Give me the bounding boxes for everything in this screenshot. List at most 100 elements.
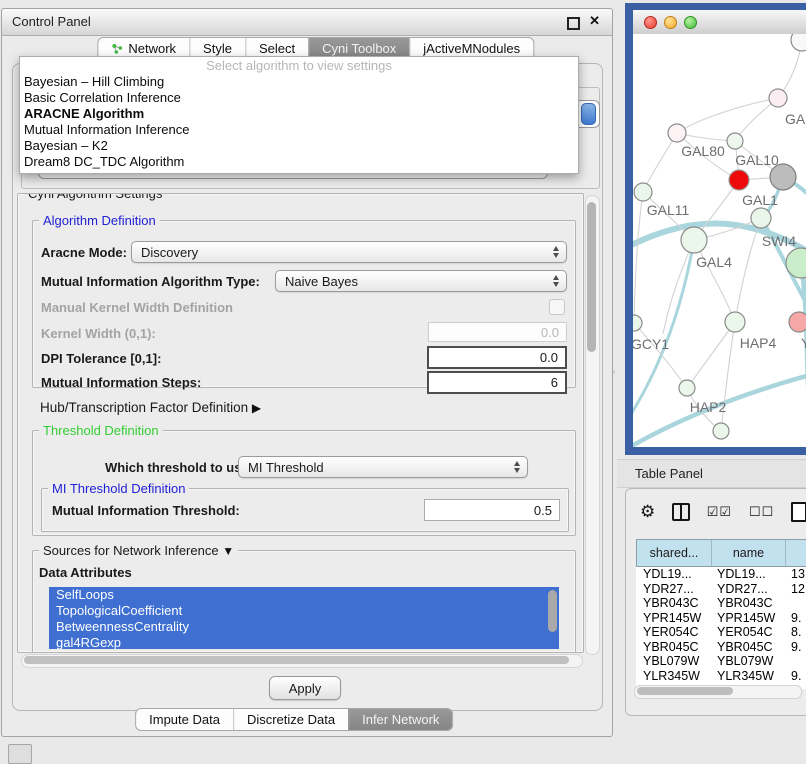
network-node[interactable]: [681, 227, 707, 253]
attribute-item[interactable]: BetweennessCentrality: [49, 619, 559, 635]
settings-vertical-scrollbar[interactable]: [585, 195, 600, 655]
algorithm-option[interactable]: Bayesian – K2: [20, 138, 578, 154]
node-label: GAL10: [735, 152, 779, 168]
table-toolbar: ⚙ ☑☑ ☐☐: [626, 497, 806, 527]
which-threshold-combobox[interactable]: MI Threshold: [238, 456, 528, 478]
network-window-titlebar: [633, 10, 806, 35]
column-header[interactable]: [785, 540, 806, 566]
settings-horizontal-scrollbar[interactable]: [21, 654, 583, 668]
deselect-all-checkboxes-icon[interactable]: ☐☐: [749, 504, 774, 520]
column-header[interactable]: shared...: [637, 540, 711, 566]
mi-threshold-input[interactable]: 0.5: [424, 499, 560, 521]
mi-threshold-group: MI Threshold Definition Mutual Informati…: [41, 488, 569, 532]
dpi-tolerance-input[interactable]: 0.0: [427, 346, 567, 369]
attribute-item[interactable]: gal4RGexp: [49, 635, 559, 649]
table-cell: [784, 654, 806, 669]
table-cell: YBR045C: [636, 640, 710, 655]
close-panel-button[interactable]: ✕: [589, 13, 600, 29]
combobox-stepper[interactable]: [581, 103, 596, 125]
manual-kernel-checkbox[interactable]: [549, 299, 565, 315]
algorithm-option[interactable]: Bayesian – Hill Climbing: [20, 74, 578, 90]
mi-threshold-value: 0.5: [534, 503, 552, 518]
algorithm-option[interactable]: Dream8 DC_TDC Algorithm: [20, 154, 578, 170]
bottom-tab-impute-data[interactable]: Impute Data: [136, 709, 233, 730]
mi-type-combobox[interactable]: Naive Bayes: [275, 270, 567, 292]
collapse-down-icon[interactable]: ▼: [222, 544, 234, 558]
network-node[interactable]: [713, 423, 729, 439]
table-cell: YBL079W: [710, 654, 784, 669]
table-row[interactable]: YER054CYER054C8.: [636, 625, 806, 640]
algorithm-option[interactable]: ARACNE Algorithm: [20, 106, 578, 122]
hub-definition-expander[interactable]: Hub/Transcription Factor Definition ▶: [40, 400, 261, 415]
table-cell: 9.: [784, 611, 806, 626]
node-label: HAP4: [740, 335, 777, 351]
table-row[interactable]: YBR043CYBR043C: [636, 596, 806, 611]
network-node[interactable]: [729, 170, 749, 190]
network-node[interactable]: [791, 34, 806, 51]
table-row[interactable]: YBL079WYBL079W: [636, 654, 806, 669]
sources-group-title: Sources for Network Inference ▼: [39, 543, 238, 558]
file-icon[interactable]: [791, 502, 806, 522]
list-scrollbar[interactable]: [548, 590, 557, 632]
network-node[interactable]: [725, 312, 745, 332]
kernel-width-label: Kernel Width (0,1):: [41, 326, 156, 341]
kernel-width-input[interactable]: 0.0: [428, 322, 567, 342]
node-label: GAL11: [647, 202, 690, 218]
network-canvas[interactable]: GALGAL80GAL10GAL1GAL11SWI4GAL4GCY1HAP4YH…: [633, 34, 806, 447]
algorithm-option[interactable]: Basic Correlation Inference: [20, 90, 578, 106]
table-cell: YDL19...: [636, 567, 710, 582]
network-node[interactable]: [769, 89, 787, 107]
network-node[interactable]: [679, 380, 695, 396]
table-cell: [784, 596, 806, 611]
expand-right-icon[interactable]: ▶: [252, 401, 261, 415]
network-node[interactable]: [668, 124, 686, 142]
minimized-panel-icon[interactable]: [8, 744, 32, 764]
float-window-button[interactable]: [567, 17, 580, 30]
network-node[interactable]: [789, 312, 806, 332]
bottom-tab-infer-network[interactable]: Infer Network: [348, 709, 452, 730]
table-row[interactable]: YBR045CYBR045C9.: [636, 640, 806, 655]
network-node[interactable]: [751, 208, 771, 228]
attribute-item[interactable]: TopologicalCoefficient: [49, 603, 559, 619]
scrollbar-thumb[interactable]: [637, 687, 733, 695]
table-cell: 12: [784, 582, 806, 597]
panel-splitter-handle[interactable]: ‹: [613, 369, 617, 376]
combobox-arrows-icon: [553, 275, 559, 287]
aracne-mode-combobox[interactable]: Discovery: [131, 241, 567, 263]
apply-button-label: Apply: [289, 681, 322, 696]
mi-steps-input[interactable]: 6: [427, 371, 567, 394]
split-columns-icon[interactable]: [672, 503, 689, 521]
scrollbar-thumb[interactable]: [587, 202, 596, 352]
table-row[interactable]: YDL19...YDL19...13: [636, 567, 806, 582]
gear-icon[interactable]: ⚙: [640, 502, 655, 522]
table-horizontal-scrollbar[interactable]: [634, 685, 802, 699]
data-attributes-list[interactable]: SelfLoopsTopologicalCoefficientBetweenne…: [49, 587, 559, 649]
table-row[interactable]: YLR345WYLR345W9.: [636, 669, 806, 684]
apply-button[interactable]: Apply: [269, 676, 341, 700]
table-cell: 9.: [784, 669, 806, 684]
algorithm-definition-title: Algorithm Definition: [39, 213, 160, 228]
close-window-icon[interactable]: [644, 16, 657, 29]
table-cell: YDR27...: [710, 582, 784, 597]
network-node[interactable]: [633, 315, 642, 331]
network-node[interactable]: [634, 183, 652, 201]
table-row[interactable]: YDR27...YDR27...12: [636, 582, 806, 597]
minimize-window-icon[interactable]: [664, 16, 677, 29]
table-cell: YPR145W: [710, 611, 784, 626]
sources-group: Sources for Network Inference ▼ Data Att…: [32, 550, 576, 653]
which-threshold-label: Which threshold to use:: [88, 460, 253, 475]
node-label: SWI4: [762, 233, 796, 249]
panel-title: Control Panel: [12, 14, 91, 29]
select-all-checkboxes-icon[interactable]: ☑☑: [707, 504, 732, 520]
table-cell: 9.: [784, 640, 806, 655]
table-row[interactable]: YPR145WYPR145W9.: [636, 611, 806, 626]
algorithm-option[interactable]: Mutual Information Inference: [20, 122, 578, 138]
column-header[interactable]: name: [711, 540, 785, 566]
attribute-item[interactable]: SelfLoops: [49, 587, 559, 603]
node-label: GAL: [785, 111, 806, 127]
node-label: Y: [801, 335, 806, 351]
bottom-tab-discretize-data[interactable]: Discretize Data: [233, 709, 348, 730]
scrollbar-thumb[interactable]: [24, 656, 569, 664]
zoom-window-icon[interactable]: [684, 16, 697, 29]
network-node[interactable]: [727, 133, 743, 149]
